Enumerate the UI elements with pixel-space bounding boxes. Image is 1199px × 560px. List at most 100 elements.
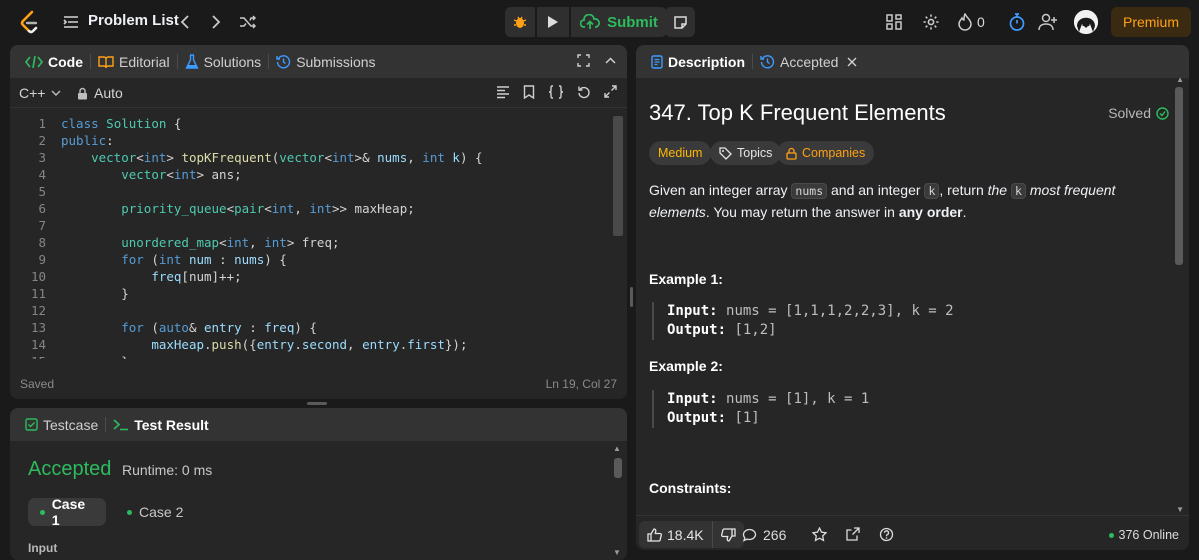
line-text: } bbox=[61, 353, 129, 359]
example-input-value: nums = [1,1,1,2,2,3], k = 2 bbox=[726, 303, 954, 319]
code-editor[interactable]: 1 class Solution { 2 public: 3 vector<int>… bbox=[10, 115, 613, 359]
scroll-down-arrow-icon[interactable]: ▼ bbox=[1176, 505, 1184, 514]
chevron-down-icon bbox=[51, 90, 61, 96]
test-scrollbar[interactable] bbox=[614, 458, 622, 478]
braces-icon[interactable] bbox=[548, 85, 564, 99]
list-icon[interactable] bbox=[62, 13, 80, 31]
chevron-up-icon[interactable] bbox=[604, 54, 617, 67]
thumbs-down-icon bbox=[720, 527, 736, 542]
code-line: 4 vector<int> ans; bbox=[10, 166, 613, 183]
user-plus-icon bbox=[1038, 13, 1057, 31]
tab-editorial[interactable]: Editorial bbox=[91, 45, 177, 78]
horizontal-resize-handle[interactable] bbox=[307, 402, 327, 405]
line-number: 7 bbox=[38, 218, 46, 233]
tab-description[interactable]: Description bbox=[644, 45, 752, 78]
close-icon[interactable] bbox=[847, 57, 857, 67]
line-text: for (auto& entry : freq) { bbox=[121, 320, 317, 335]
like-count: 18.4K bbox=[667, 526, 704, 543]
tab-test-result[interactable]: Test Result bbox=[106, 408, 215, 441]
like-button[interactable]: 18.4K bbox=[639, 521, 712, 548]
submit-button[interactable]: Submit bbox=[571, 7, 667, 37]
share-button[interactable] bbox=[846, 527, 860, 541]
test-panel: Testcase Test Result Accepted Runtime: 0… bbox=[10, 408, 627, 560]
line-text: class Solution { bbox=[61, 116, 182, 131]
inline-code: nums bbox=[791, 183, 828, 199]
topics-chip[interactable]: Topics bbox=[710, 141, 782, 165]
line-number: 4 bbox=[38, 167, 46, 182]
companies-chip[interactable]: Companies bbox=[777, 141, 875, 165]
saved-status: Saved bbox=[20, 377, 55, 391]
next-problem-button[interactable] bbox=[204, 10, 228, 34]
favorite-button[interactable] bbox=[812, 527, 827, 542]
comments-button[interactable]: 266 bbox=[742, 527, 786, 543]
scroll-up-arrow-icon[interactable]: ▲ bbox=[1176, 75, 1184, 84]
lock-icon bbox=[786, 147, 797, 160]
expand-icon[interactable] bbox=[604, 85, 617, 98]
document-icon bbox=[651, 54, 663, 69]
shuffle-button[interactable] bbox=[236, 10, 260, 34]
streak-counter[interactable]: 0 bbox=[958, 12, 985, 32]
case-1-tab[interactable]: Case 1 bbox=[28, 496, 106, 528]
premium-button[interactable]: Premium bbox=[1111, 7, 1191, 37]
fire-icon bbox=[958, 13, 972, 31]
cursor-position: Ln 19, Col 27 bbox=[545, 377, 617, 391]
online-count: 376 Online bbox=[1108, 528, 1179, 542]
dislike-button[interactable] bbox=[713, 521, 744, 548]
reset-icon[interactable] bbox=[577, 85, 591, 99]
tab-testcase[interactable]: Testcase bbox=[18, 408, 105, 441]
example-2-title: Example 2: bbox=[649, 358, 723, 374]
maximize-icon[interactable] bbox=[577, 54, 590, 67]
history-icon bbox=[276, 55, 291, 69]
tab-code[interactable]: Code bbox=[18, 45, 90, 78]
code-toolbar: C++ Auto bbox=[10, 78, 627, 108]
help-button[interactable] bbox=[879, 527, 894, 542]
example-1-title: Example 1: bbox=[649, 271, 723, 287]
run-button[interactable] bbox=[537, 7, 569, 37]
chevron-right-icon bbox=[212, 15, 221, 29]
notes-button[interactable] bbox=[665, 7, 695, 37]
leetcode-logo-icon[interactable] bbox=[18, 10, 42, 34]
prev-problem-button[interactable] bbox=[173, 10, 197, 34]
format-align-icon[interactable] bbox=[496, 85, 510, 99]
description-tabbar: Description Accepted bbox=[636, 45, 1189, 78]
timer-button[interactable] bbox=[1007, 11, 1027, 33]
line-number: 8 bbox=[38, 235, 46, 250]
input-label: Input bbox=[28, 541, 58, 555]
bookmark-icon[interactable] bbox=[523, 85, 535, 99]
scroll-down-arrow-icon[interactable]: ▼ bbox=[613, 548, 623, 557]
code-line: 12 bbox=[10, 302, 613, 319]
history-icon bbox=[760, 55, 775, 69]
description-scrollbar[interactable] bbox=[1175, 87, 1183, 265]
streak-count: 0 bbox=[977, 14, 985, 30]
tab-accepted[interactable]: Accepted bbox=[753, 45, 864, 78]
add-friend-button[interactable] bbox=[1037, 11, 1059, 33]
tab-submissions[interactable]: Submissions bbox=[269, 45, 382, 78]
thumbs-up-icon bbox=[647, 527, 662, 542]
topics-label: Topics bbox=[737, 146, 773, 160]
auto-mode-toggle[interactable]: Auto bbox=[77, 85, 123, 101]
chevron-left-icon bbox=[180, 15, 189, 29]
example-2-block: Input: nums = [1], k = 1 Output: [1] bbox=[652, 390, 1092, 428]
tab-code-label: Code bbox=[48, 53, 83, 70]
tab-solutions[interactable]: Solutions bbox=[178, 45, 269, 78]
code-line: 3 vector<int> topKFrequent(vector<int>& … bbox=[10, 149, 613, 166]
case-2-tab[interactable]: Case 2 bbox=[115, 498, 195, 526]
layout-button[interactable] bbox=[885, 13, 903, 31]
problem-statement: Given an integer array nums and an integ… bbox=[649, 180, 1174, 223]
code-scrollbar[interactable] bbox=[613, 116, 623, 236]
difficulty-badge[interactable]: Medium bbox=[649, 141, 712, 165]
line-text: for (int num : nums) { bbox=[121, 252, 287, 267]
shuffle-icon bbox=[240, 15, 257, 29]
problem-list-link[interactable]: Problem List bbox=[88, 12, 179, 29]
vertical-resize-handle[interactable] bbox=[630, 287, 633, 307]
example-input-label: Input: bbox=[667, 303, 718, 319]
scroll-up-arrow-icon[interactable]: ▲ bbox=[613, 444, 623, 453]
tab-accepted-label: Accepted bbox=[780, 53, 839, 70]
debug-button[interactable] bbox=[505, 7, 535, 37]
grid-layout-icon bbox=[886, 14, 902, 30]
language-select[interactable]: C++ bbox=[19, 85, 61, 101]
user-avatar[interactable] bbox=[1074, 10, 1098, 34]
line-number: 10 bbox=[30, 269, 46, 284]
settings-button[interactable] bbox=[921, 12, 941, 32]
statement-text: . bbox=[962, 204, 967, 220]
